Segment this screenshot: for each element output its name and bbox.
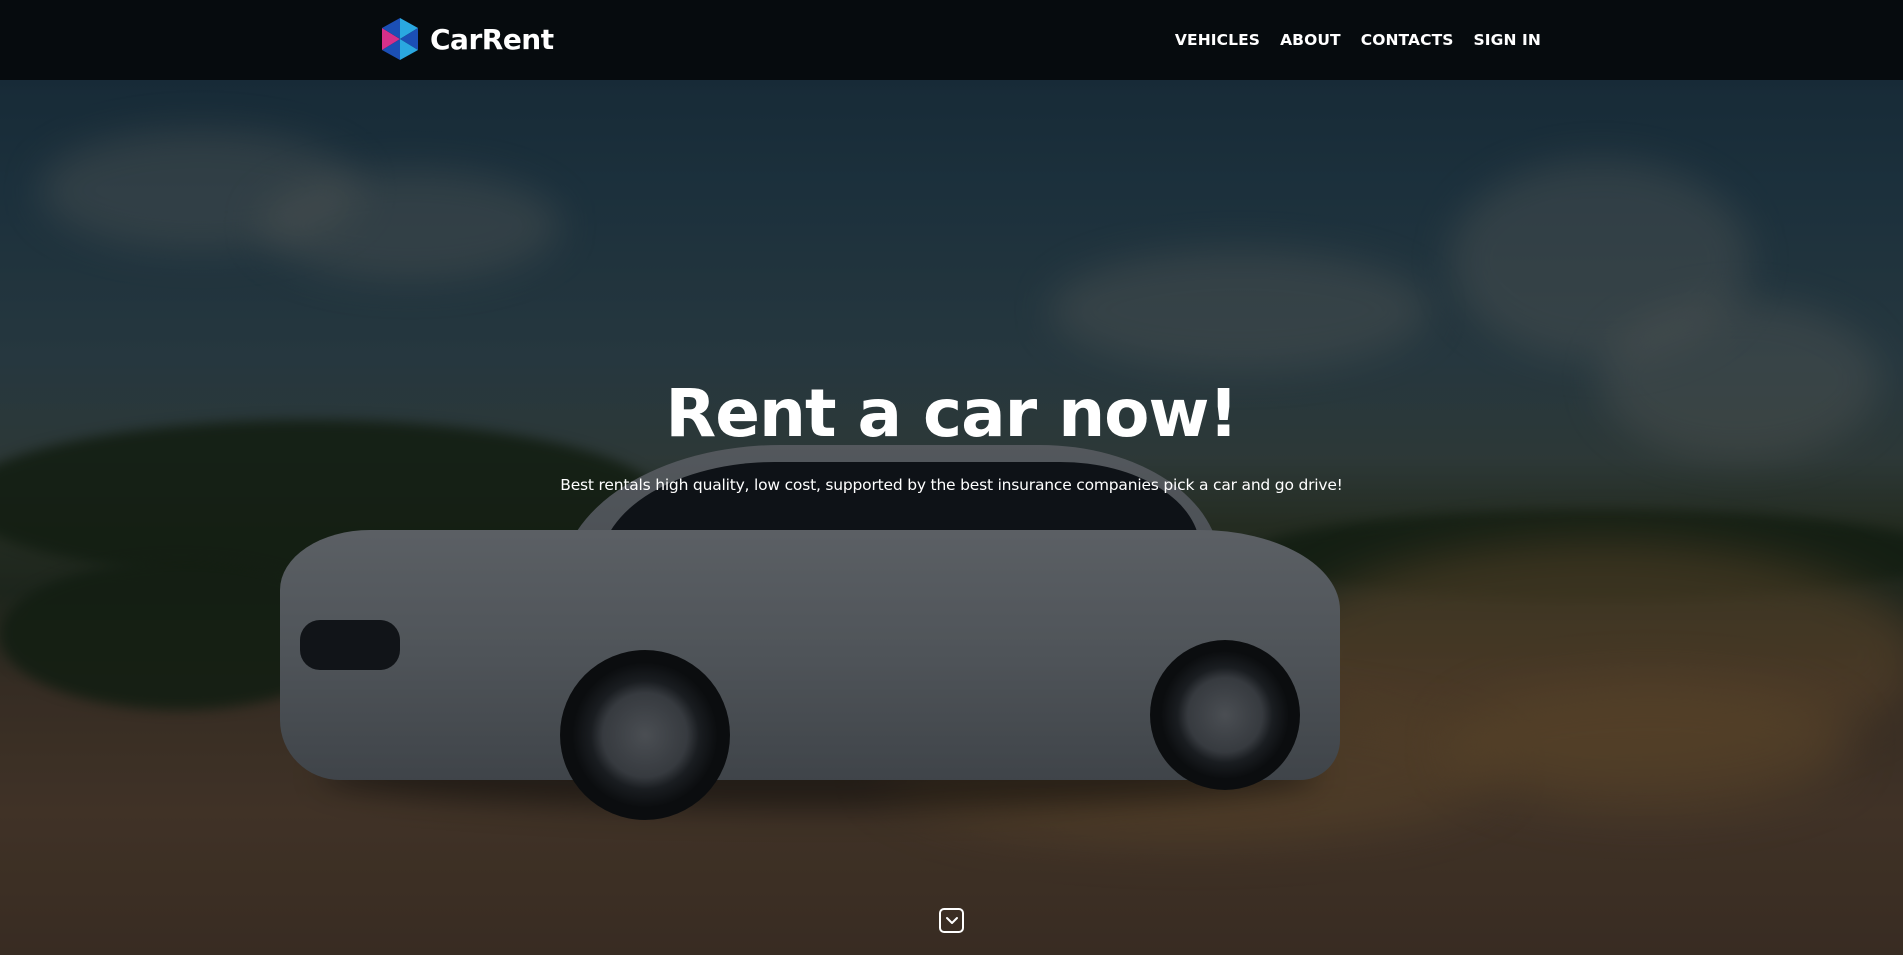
brand-link[interactable]: CarRent — [380, 18, 554, 60]
nav-menu: VEHICLES ABOUT CONTACTS SIGN IN — [1175, 0, 1541, 80]
top-navbar: CarRent VEHICLES ABOUT CONTACTS SIGN IN — [0, 0, 1903, 80]
hexagon-star-logo-icon — [382, 18, 418, 60]
brand-name: CarRent — [430, 22, 554, 56]
scroll-down-button[interactable] — [939, 908, 964, 933]
nav-link-sign-in[interactable]: SIGN IN — [1474, 31, 1541, 49]
chevron-down-icon — [945, 916, 958, 924]
nav-link-about[interactable]: ABOUT — [1280, 31, 1341, 49]
hero-title: Rent a car now! — [665, 375, 1238, 452]
nav-link-vehicles[interactable]: VEHICLES — [1175, 31, 1260, 49]
nav-link-contacts[interactable]: CONTACTS — [1361, 31, 1454, 49]
hero-section: Rent a car now! Best rentals high qualit… — [0, 372, 1903, 494]
hero-subtitle: Best rentals high quality, low cost, sup… — [560, 476, 1343, 494]
